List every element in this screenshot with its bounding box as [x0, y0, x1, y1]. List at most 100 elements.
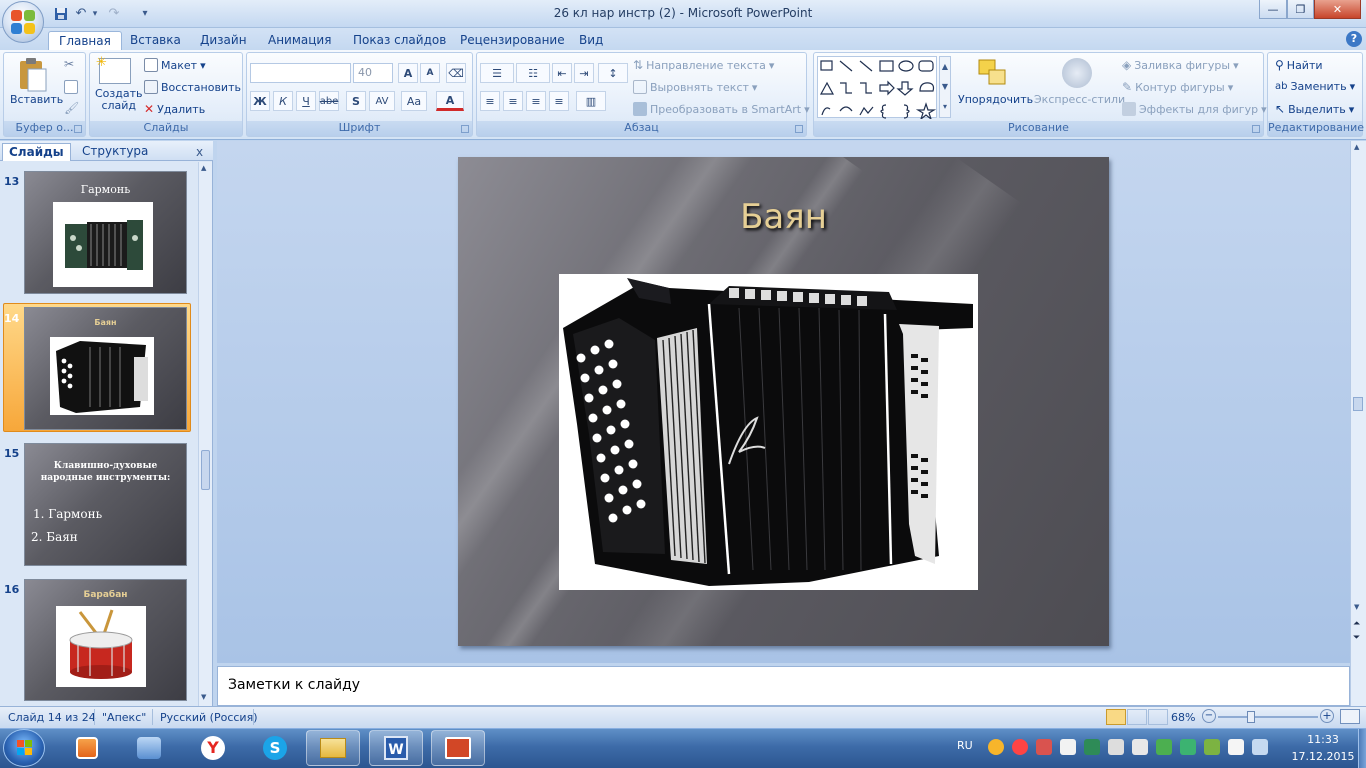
select-button[interactable]: ↖ Выделить ▾	[1275, 102, 1354, 116]
smartart-button[interactable]: Преобразовать в SmartArt ▾	[633, 102, 810, 116]
zoom-slider-thumb[interactable]	[1247, 711, 1255, 723]
font-size-input[interactable]: 40	[353, 63, 393, 83]
clock-time[interactable]: 11:33	[1291, 733, 1355, 746]
minimize-button[interactable]: —	[1259, 0, 1287, 19]
skype-icon[interactable]: S	[248, 730, 302, 766]
increase-indent-icon[interactable]: ⇥	[574, 63, 594, 83]
slide-thumbnail-14[interactable]: Баян	[24, 307, 187, 430]
cut-icon[interactable]: ✂	[64, 57, 74, 71]
shape-effects-button[interactable]: Эффекты для фигур ▾	[1122, 102, 1267, 116]
paste-button[interactable]: Вставить	[10, 93, 63, 106]
scroll-up-icon[interactable]: ▲	[1354, 143, 1359, 151]
help-icon[interactable]: ?	[1346, 31, 1362, 47]
shrink-font-button[interactable]: A	[420, 63, 440, 83]
font-name-input[interactable]	[250, 63, 351, 83]
clear-format-icon[interactable]: ⌫	[446, 63, 466, 83]
align-text-button[interactable]: Выровнять текст ▾	[633, 80, 757, 94]
tray-app-icon[interactable]	[988, 739, 1004, 755]
theme-name[interactable]: "Апекс"	[102, 711, 146, 724]
delete-slide-button[interactable]: ✕ Удалить	[144, 102, 205, 116]
new-slide-button[interactable]: Создать слайд	[95, 88, 143, 112]
notes-pane[interactable]	[217, 666, 1350, 706]
tray-app-icon[interactable]	[1084, 739, 1100, 755]
tab-design[interactable]: Дизайн	[190, 31, 257, 50]
underline-button[interactable]: Ч	[296, 91, 316, 111]
shape-outline-button[interactable]: ✎ Контур фигуры ▾	[1122, 80, 1233, 94]
tab-animation[interactable]: Анимация	[258, 31, 341, 50]
close-button[interactable]: ✕	[1314, 0, 1361, 19]
slides-pane-scrollbar[interactable]: ▲ ▼	[198, 162, 212, 706]
char-spacing-button[interactable]: AV	[369, 91, 395, 111]
maximize-button[interactable]: ❐	[1287, 0, 1314, 19]
media-player-icon[interactable]	[60, 730, 114, 766]
text-direction-button[interactable]: ⇅ Направление текста ▾	[633, 58, 774, 72]
network-icon[interactable]	[1108, 739, 1124, 755]
prev-slide-icon[interactable]: ⏶	[1353, 619, 1360, 629]
find-button[interactable]: ⚲ Найти	[1275, 58, 1323, 72]
decrease-indent-icon[interactable]: ⇤	[552, 63, 572, 83]
volume-icon[interactable]	[1132, 739, 1148, 755]
yandex-browser-icon[interactable]: Y	[186, 730, 240, 766]
powerpoint-icon[interactable]	[431, 730, 485, 766]
scroll-thumb[interactable]	[201, 450, 210, 490]
scroll-up-icon[interactable]: ▲	[201, 164, 206, 172]
zoom-slider-track[interactable]	[1218, 716, 1318, 718]
change-case-button[interactable]: Aa	[401, 91, 427, 111]
shapes-gallery[interactable]	[817, 56, 937, 121]
scroll-thumb[interactable]	[1353, 397, 1363, 411]
zoom-in-button[interactable]: +	[1320, 709, 1334, 723]
slide-area-scrollbar[interactable]: ▲ ▼ ⏶ ⏷	[1350, 141, 1366, 706]
dialog-launcher-icon[interactable]	[1252, 125, 1260, 133]
slideshow-view-icon[interactable]	[1148, 709, 1168, 725]
keyboard-language[interactable]: RU	[957, 739, 973, 752]
line-spacing-icon[interactable]: ↕	[598, 63, 628, 83]
font-color-button[interactable]: A	[436, 91, 464, 111]
security-icon[interactable]	[1204, 739, 1220, 755]
bullets-icon[interactable]: ☰	[480, 63, 514, 83]
speaker-app-icon[interactable]	[122, 730, 176, 766]
zoom-out-button[interactable]: −	[1202, 709, 1216, 723]
tab-outline[interactable]: Структура	[76, 143, 154, 161]
layout-button[interactable]: Макет ▾	[144, 58, 206, 72]
bayan-image[interactable]	[559, 274, 978, 590]
tray-app-icon[interactable]	[1252, 739, 1268, 755]
pane-close-icon[interactable]: x	[196, 145, 203, 159]
shadow-button[interactable]: S	[346, 91, 366, 111]
tab-slides[interactable]: Слайды	[2, 143, 71, 161]
numbering-icon[interactable]: ☷	[516, 63, 550, 83]
reset-button[interactable]: Восстановить	[144, 80, 241, 94]
dialog-launcher-icon[interactable]	[795, 125, 803, 133]
action-center-icon[interactable]	[1228, 739, 1244, 755]
slide-sorter-icon[interactable]	[1127, 709, 1147, 725]
clock-date[interactable]: 17.12.2015	[1291, 750, 1355, 763]
arrange-button[interactable]: Упорядочить	[958, 93, 1033, 106]
dialog-launcher-icon[interactable]	[461, 125, 469, 133]
tray-app-icon[interactable]	[1012, 739, 1028, 755]
start-button[interactable]	[3, 729, 45, 767]
copy-icon[interactable]	[64, 80, 78, 94]
justify-icon[interactable]: ≡	[549, 91, 569, 111]
dialog-launcher-icon[interactable]	[74, 125, 82, 133]
replace-button[interactable]: ab Заменить ▾	[1275, 80, 1355, 93]
sync-icon[interactable]	[1156, 739, 1172, 755]
slide-title[interactable]: Баян	[458, 197, 1109, 237]
tab-slideshow[interactable]: Показ слайдов	[343, 31, 456, 50]
tray-app-icon[interactable]	[1036, 739, 1052, 755]
next-slide-icon[interactable]: ⏷	[1353, 633, 1360, 643]
grow-font-button[interactable]: A	[398, 63, 418, 83]
tray-windows-icon[interactable]	[1060, 739, 1076, 755]
align-left-icon[interactable]: ≡	[480, 91, 500, 111]
shapes-scroll-icon[interactable]: ▲ ▼ ▾	[939, 56, 951, 118]
normal-view-icon[interactable]	[1106, 709, 1126, 725]
quick-styles-button[interactable]: Экспресс-стили	[1034, 93, 1125, 106]
strike-button[interactable]: abe	[319, 91, 339, 111]
align-center-icon[interactable]: ≡	[503, 91, 523, 111]
fit-window-icon[interactable]	[1340, 709, 1360, 724]
explorer-icon[interactable]	[306, 730, 360, 766]
tab-review[interactable]: Рецензирование	[450, 31, 575, 50]
language-indicator[interactable]: Русский (Россия)	[160, 711, 258, 724]
shape-fill-button[interactable]: ◈ Заливка фигуры ▾	[1122, 58, 1239, 72]
format-painter-icon[interactable]: 🖌	[64, 101, 79, 115]
tab-home[interactable]: Главная	[48, 31, 122, 51]
scroll-down-icon[interactable]: ▼	[1354, 603, 1359, 611]
